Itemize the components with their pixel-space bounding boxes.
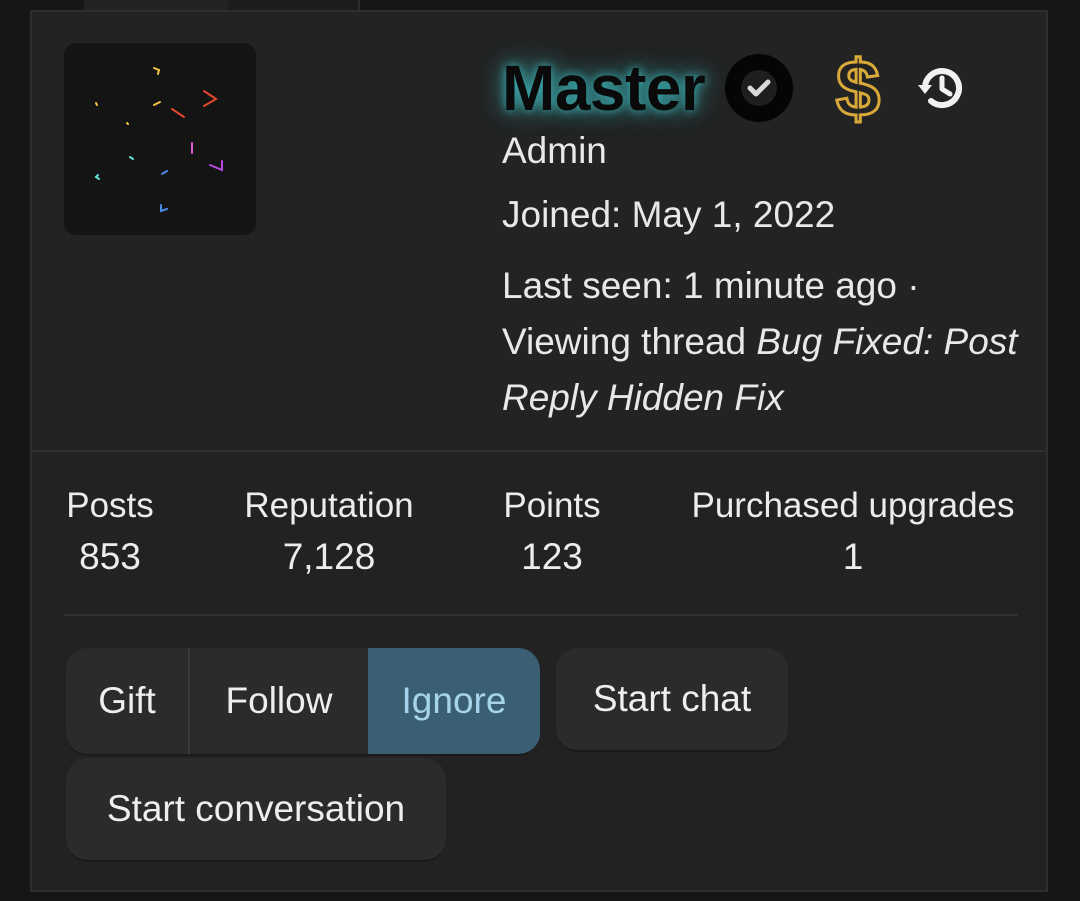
ignore-button[interactable]: Ignore [368,648,540,754]
tab-edge-secondary [228,0,360,10]
stat-purchased-upgrades[interactable]: Purchased upgrades 1 [688,482,1018,584]
stat-label: Purchased upgrades [691,486,1015,525]
stat-value: 7,128 [282,536,376,577]
stat-value: 123 [521,536,583,577]
name-row: Master $ [502,32,969,144]
stat-label: Points [503,486,601,525]
joined-date: Joined: May 1, 2022 [502,194,836,235]
svg-text:$: $ [836,48,881,128]
member-tooltip-card: Master $ Admin Joined: May 1, 2022 Last … [30,10,1048,892]
user-title: Admin [502,130,607,171]
stat-reputation[interactable]: Reputation 7,128 [240,482,418,584]
member-header: Master $ Admin Joined: May 1, 2022 Last … [32,12,1046,452]
member-action-group: Gift Follow Ignore [66,648,540,756]
avatar-pattern-icon [94,67,223,213]
stat-label: Posts [66,486,154,525]
follow-button[interactable]: Follow [190,648,368,754]
stat-value: 1 [842,536,864,577]
username[interactable]: Master [502,56,706,120]
gift-button[interactable]: Gift [66,648,190,754]
tab-edge [84,0,228,10]
divider [64,614,1018,616]
verified-check-icon [725,54,794,122]
dollar-sign-icon: $ [827,43,889,135]
history-icon[interactable] [915,61,969,115]
stat-label: Reputation [244,486,414,525]
stat-posts[interactable]: Posts 853 [64,482,156,584]
avatar[interactable] [64,43,256,235]
start-chat-button[interactable]: Start chat [556,648,788,752]
stat-points[interactable]: Points 123 [498,482,606,584]
last-seen-activity: Last seen: 1 minute ago · Viewing thread… [502,258,1022,426]
start-conversation-button[interactable]: Start conversation [66,758,446,862]
stat-value: 853 [79,536,141,577]
